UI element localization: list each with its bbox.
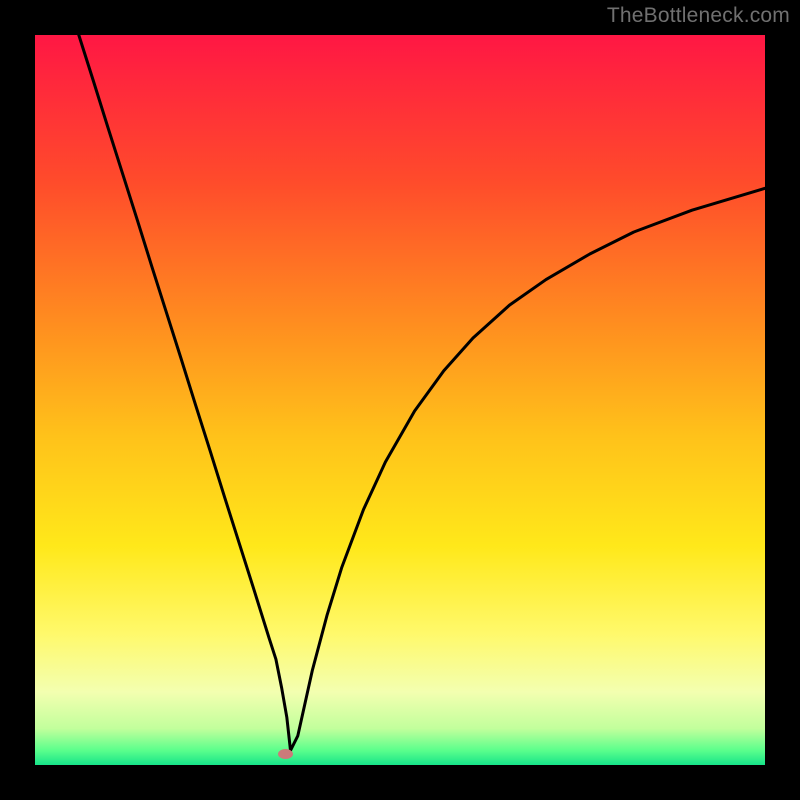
bottleneck-curve (35, 35, 765, 765)
watermark-text: TheBottleneck.com (607, 4, 790, 28)
minimum-marker (278, 749, 293, 759)
chart-frame: TheBottleneck.com (0, 0, 800, 800)
plot-area (35, 35, 765, 765)
